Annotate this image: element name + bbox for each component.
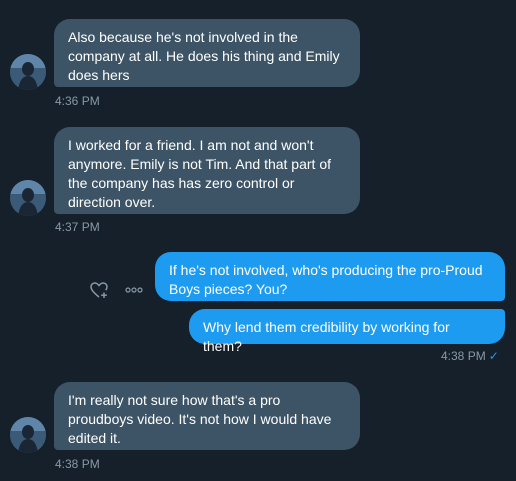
read-receipt-check-icon: ✓	[488, 349, 499, 363]
message-bubble-outgoing[interactable]: Why lend them credibility by working for…	[189, 309, 505, 354]
sender-avatar[interactable]	[10, 54, 46, 90]
message-bubble-outgoing[interactable]: If he's not involved, who's producing th…	[155, 252, 505, 301]
message-bubble[interactable]: I worked for a friend. I am not and won'…	[54, 127, 360, 214]
sender-avatar[interactable]	[10, 417, 46, 453]
message-timestamp: 4:38 PM ✓	[441, 349, 499, 363]
message-bubble[interactable]: Also because he's not involved in the co…	[54, 19, 360, 87]
sender-avatar[interactable]	[10, 180, 46, 216]
timestamp-text: 4:38 PM	[441, 349, 486, 363]
avatar-image	[10, 54, 46, 90]
more-horizontal-icon[interactable]	[124, 282, 144, 303]
heart-plus-icon[interactable]	[89, 280, 109, 305]
message-bubble[interactable]: I'm really not sure how that's a pro pro…	[54, 382, 360, 450]
message-timestamp: 4:38 PM	[55, 457, 100, 471]
avatar-image	[10, 417, 46, 453]
avatar-image	[10, 180, 46, 216]
message-timestamp: 4:37 PM	[55, 220, 100, 234]
message-timestamp: 4:36 PM	[55, 94, 100, 108]
